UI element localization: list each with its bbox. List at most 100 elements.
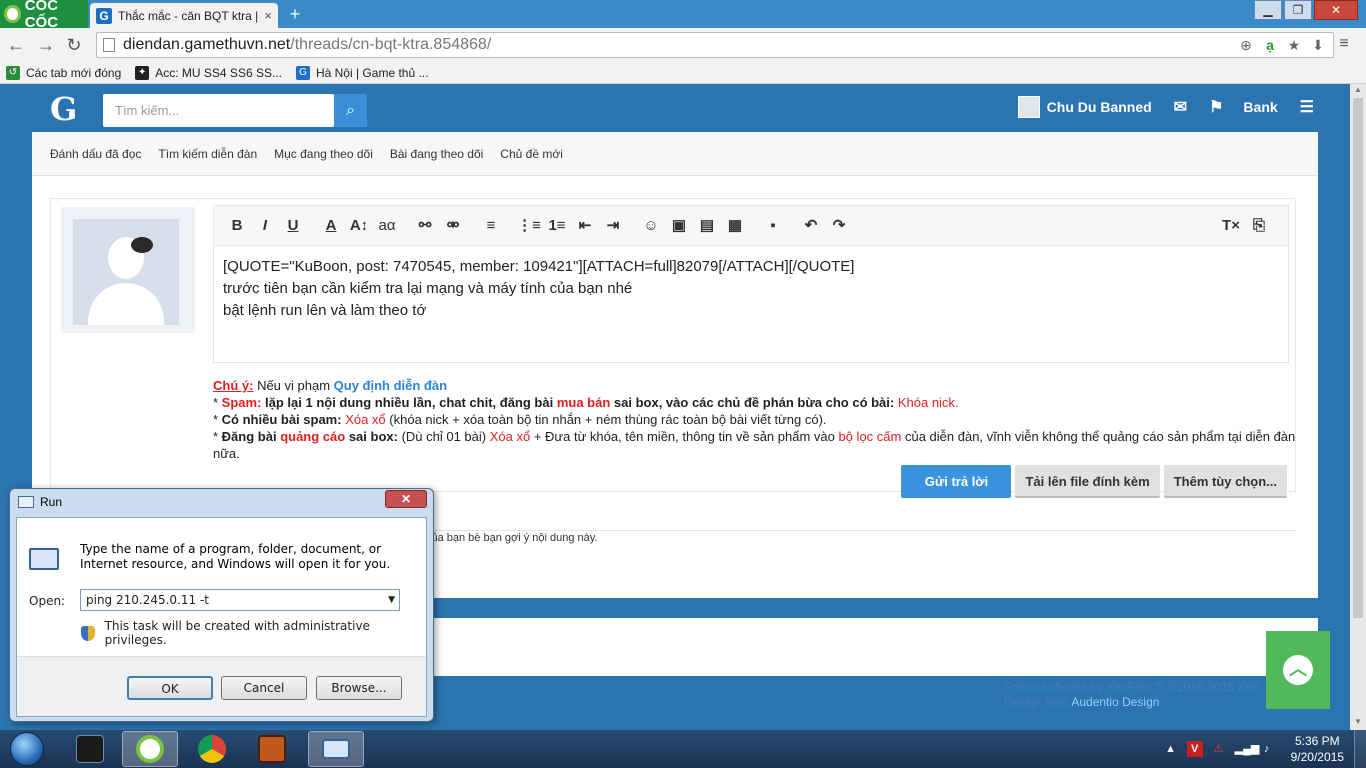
rule-multi-text: (khóa nick + xóa toàn bộ tin nhắn + ném … <box>385 412 827 427</box>
start-button[interactable] <box>4 731 50 767</box>
align-icon[interactable]: ≡ <box>478 214 504 238</box>
search-input[interactable]: Tìm kiếm... <box>103 94 334 127</box>
toggle-bbcode-icon[interactable]: ⎘ <box>1246 214 1272 238</box>
run-close-button[interactable]: ✕ <box>385 490 427 508</box>
run-title-icon <box>18 496 34 508</box>
taskbar-run[interactable] <box>308 731 364 767</box>
bookmark-label: Acc: MU SS4 SS6 SS... <box>155 65 282 80</box>
coccoc-logo[interactable]: CỐC CỐC <box>0 0 88 31</box>
save-draft-icon[interactable]: ▪ <box>760 214 786 238</box>
message-editor[interactable]: B I U A A↕ aα ⚯ ⚮ ≡ ⋮≡ 1≡ ⇤ ⇥ ☺ ▣ ▤ ▦ ▪ … <box>213 205 1289 363</box>
browser-menu-icon[interactable]: ≡ <box>1334 35 1354 55</box>
editor-line-quote: [QUOTE="KuBoon, post: 7470545, member: 1… <box>223 258 855 275</box>
back-to-top-button[interactable]: ︿ <box>1266 631 1330 709</box>
hamburger-menu-icon[interactable]: ☰ <box>1300 97 1314 117</box>
submit-reply-button[interactable]: Gửi trả lời <box>901 465 1012 498</box>
clock[interactable]: 5:36 PM 9/20/2015 <box>1291 733 1344 765</box>
minimize-button[interactable]: ▁ <box>1254 0 1282 20</box>
scroll-down-icon[interactable]: ▼ <box>1350 717 1366 729</box>
media-icon[interactable]: ▤ <box>694 214 720 238</box>
bookmarks-bar: ↺ Các tab mới đóng ✦ Acc: MU SS4 SS6 SS.… <box>0 62 1366 84</box>
code-icon[interactable]: ▦ <box>722 214 748 238</box>
search-button[interactable]: ⌕ <box>334 94 367 127</box>
flag-icon[interactable]: ⚑ <box>1209 97 1223 117</box>
tab-close-icon[interactable]: × <box>264 8 272 23</box>
download-icon[interactable]: ⬇ <box>1309 36 1327 54</box>
back-icon[interactable]: ← <box>6 35 26 55</box>
italic-icon[interactable]: I <box>252 214 278 238</box>
run-dialog-body: Type the name of a program, folder, docu… <box>16 517 427 717</box>
maximize-button[interactable]: ❐ <box>1284 0 1312 20</box>
volume-icon[interactable]: ♪ <box>1259 741 1275 757</box>
image-icon[interactable]: ▣ <box>666 214 692 238</box>
forward-icon[interactable]: → <box>36 35 56 55</box>
username[interactable]: Chu Du Banned <box>1047 99 1152 115</box>
font-family-icon[interactable]: aα <box>374 214 400 238</box>
vietkey-icon[interactable]: V <box>1186 741 1203 757</box>
bookmark-hanoi-gamethu[interactable]: G Hà Nội | Game thủ ... <box>295 65 428 80</box>
link-icon[interactable]: ⚯ <box>412 214 438 238</box>
bank-link[interactable]: Bank <box>1243 99 1277 115</box>
browse-button[interactable]: Browse... <box>316 676 402 700</box>
show-desktop-button[interactable] <box>1354 730 1366 768</box>
audentio-link[interactable]: Audentio Design <box>1071 695 1159 709</box>
undo-icon[interactable]: ↶ <box>798 214 824 238</box>
footer-design-prefix: Design from <box>1004 695 1072 709</box>
smilie-icon[interactable]: ☺ <box>638 214 664 238</box>
taskbar-chrome[interactable] <box>184 731 240 767</box>
zoom-icon[interactable]: ⊕ <box>1237 36 1255 54</box>
taskbar-coccoc[interactable] <box>122 731 178 767</box>
bookmark-mu-acc[interactable]: ✦ Acc: MU SS4 SS6 SS... <box>135 65 282 80</box>
bookmark-recent-tabs[interactable]: ↺ Các tab mới đóng <box>6 65 121 80</box>
more-options-button[interactable]: Thêm tùy chọn... <box>1163 465 1287 498</box>
show-hidden-icons[interactable]: ▲ <box>1163 741 1179 757</box>
signal-icon[interactable]: ▂▄▆ <box>1235 741 1260 757</box>
taskbar-mu-game[interactable] <box>62 731 118 767</box>
new-tab-button[interactable]: + <box>285 5 305 23</box>
mail-icon[interactable]: ✉ <box>1174 97 1187 117</box>
avatar[interactable] <box>1017 96 1040 118</box>
redo-icon[interactable]: ↷ <box>826 214 852 238</box>
browser-tab-active[interactable]: G Thắc mắc - căn BQT ktra | G × <box>90 3 278 28</box>
bold-icon[interactable]: B <box>224 214 250 238</box>
upload-attachment-button[interactable]: Tải lên file đính kèm <box>1015 465 1160 498</box>
open-command-input[interactable]: ping 210.245.0.11 -t ▼ <box>80 589 400 611</box>
rule-spam-penalty: Khóa nick. <box>897 395 959 410</box>
rule-ads-label-b: sai box: <box>345 429 398 444</box>
browser-tabbar: CỐC CỐC G Thắc mắc - căn BQT ktra | G × … <box>0 0 1366 31</box>
subnav-watched-forums[interactable]: Mục đang theo dõi <box>274 147 373 161</box>
bookmark-star-icon[interactable]: ★ <box>1285 36 1303 54</box>
scrollbar-thumb[interactable] <box>1353 98 1363 618</box>
editor-content[interactable]: [QUOTE="KuBoon, post: 7470545, member: 1… <box>214 246 1288 332</box>
rule-spam-text-b: sai box, vào các chủ đề phán bừa cho có … <box>610 395 898 410</box>
rules-link[interactable]: Quy định diễn đàn <box>334 378 447 393</box>
network-error-icon[interactable]: ⚠ <box>1211 741 1227 757</box>
reload-icon[interactable]: ↻ <box>64 35 84 55</box>
taskbar-game-app[interactable] <box>244 731 300 767</box>
ok-button[interactable]: OK <box>127 676 213 700</box>
text-color-icon[interactable]: A <box>318 214 344 238</box>
subnav-watched-threads[interactable]: Bài đang theo dõi <box>390 147 483 161</box>
scroll-up-icon[interactable]: ▲ <box>1350 85 1366 97</box>
indent-icon[interactable]: ⇥ <box>600 214 626 238</box>
remove-format-icon[interactable]: T× <box>1218 214 1244 238</box>
cancel-button[interactable]: Cancel <box>221 676 307 700</box>
subnav-search-forum[interactable]: Tìm kiếm diễn đàn <box>158 147 257 161</box>
bullet-list-icon[interactable]: ⋮≡ <box>516 214 542 238</box>
dropdown-arrow-icon[interactable]: ▼ <box>388 590 395 610</box>
address-bar[interactable]: diendan.gamethuvn.net /threads/cn-bqt-kt… <box>96 32 1334 58</box>
underline-icon[interactable]: U <box>280 214 306 238</box>
close-window-button[interactable]: ✕ <box>1314 0 1358 20</box>
numbered-list-icon[interactable]: 1≡ <box>544 214 570 238</box>
run-dialog-titlebar[interactable]: Run <box>10 489 433 515</box>
page-scrollbar[interactable]: ▲ ▼ <box>1350 84 1366 730</box>
subnav-mark-read[interactable]: Đánh dấu đã đọc <box>50 147 141 161</box>
outdent-icon[interactable]: ⇤ <box>572 214 598 238</box>
system-tray: ▲ V ⚠ ▂▄▆ ♪ 5:36 PM 9/20/2015 <box>1163 730 1366 768</box>
font-size-icon[interactable]: A↕ <box>346 214 372 238</box>
translate-icon[interactable]: ạ <box>1261 36 1279 54</box>
site-logo[interactable]: G <box>50 90 77 128</box>
unlink-icon[interactable]: ⚮ <box>440 214 466 238</box>
subnav-new-threads[interactable]: Chủ đề mới <box>500 147 563 161</box>
admin-note-text: This task will be created with administr… <box>104 619 370 647</box>
